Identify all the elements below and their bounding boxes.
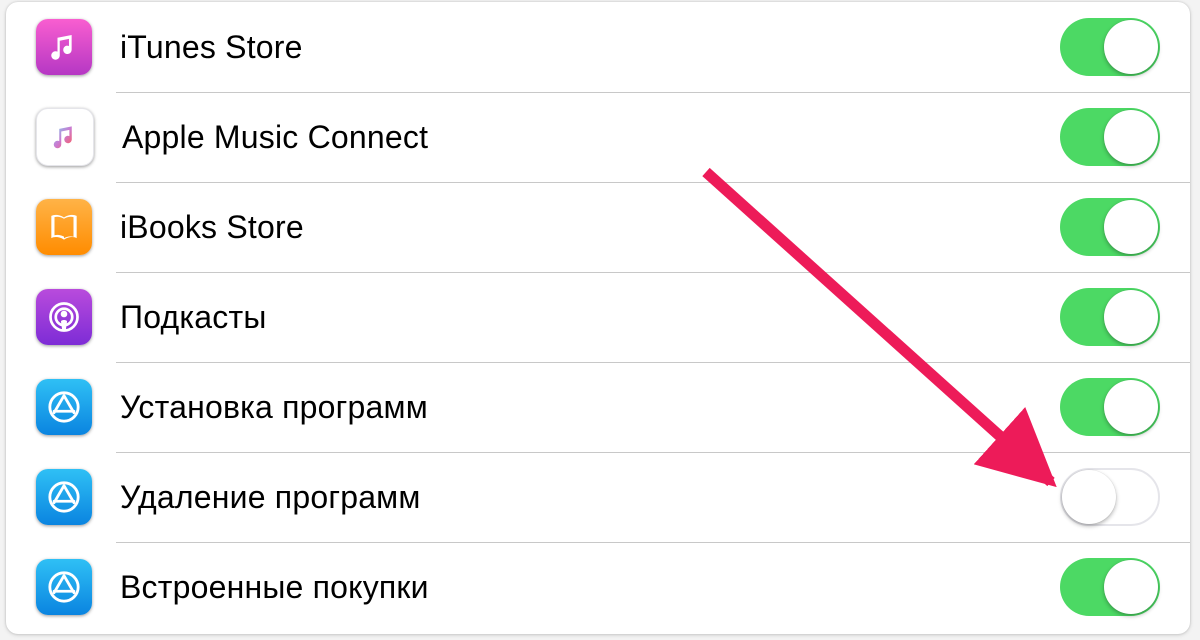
appstore-icon — [36, 379, 92, 435]
toggle-in-app-purchases[interactable] — [1060, 558, 1160, 616]
row-apple-music-connect: Apple Music Connect — [6, 92, 1190, 182]
appstore-icon — [36, 469, 92, 525]
row-podcasts: Подкасты — [6, 272, 1190, 362]
row-itunes-store: iTunes Store — [6, 2, 1190, 92]
row-ibooks-store: iBooks Store — [6, 182, 1190, 272]
podcasts-icon — [36, 289, 92, 345]
row-delete-apps: Удаление программ — [6, 452, 1190, 542]
toggle-install-apps[interactable] — [1060, 378, 1160, 436]
toggle-itunes-store[interactable] — [1060, 18, 1160, 76]
row-label: iBooks Store — [120, 209, 304, 246]
row-in-app-purchases: Встроенные покупки — [6, 542, 1190, 632]
row-install-apps: Установка программ — [6, 362, 1190, 452]
toggle-delete-apps[interactable] — [1060, 468, 1160, 526]
itunes-icon — [36, 19, 92, 75]
music-icon — [36, 108, 94, 166]
settings-panel: iTunes Store Apple Music Connect — [6, 2, 1190, 634]
row-label: Установка программ — [120, 389, 428, 426]
ibooks-icon — [36, 199, 92, 255]
toggle-apple-music-connect[interactable] — [1060, 108, 1160, 166]
appstore-icon — [36, 559, 92, 615]
row-label: Удаление программ — [120, 479, 421, 516]
row-label: Apple Music Connect — [122, 119, 428, 156]
toggle-ibooks-store[interactable] — [1060, 198, 1160, 256]
row-label: Встроенные покупки — [120, 569, 429, 606]
toggle-podcasts[interactable] — [1060, 288, 1160, 346]
row-label: Подкасты — [120, 299, 267, 336]
row-label: iTunes Store — [120, 29, 303, 66]
